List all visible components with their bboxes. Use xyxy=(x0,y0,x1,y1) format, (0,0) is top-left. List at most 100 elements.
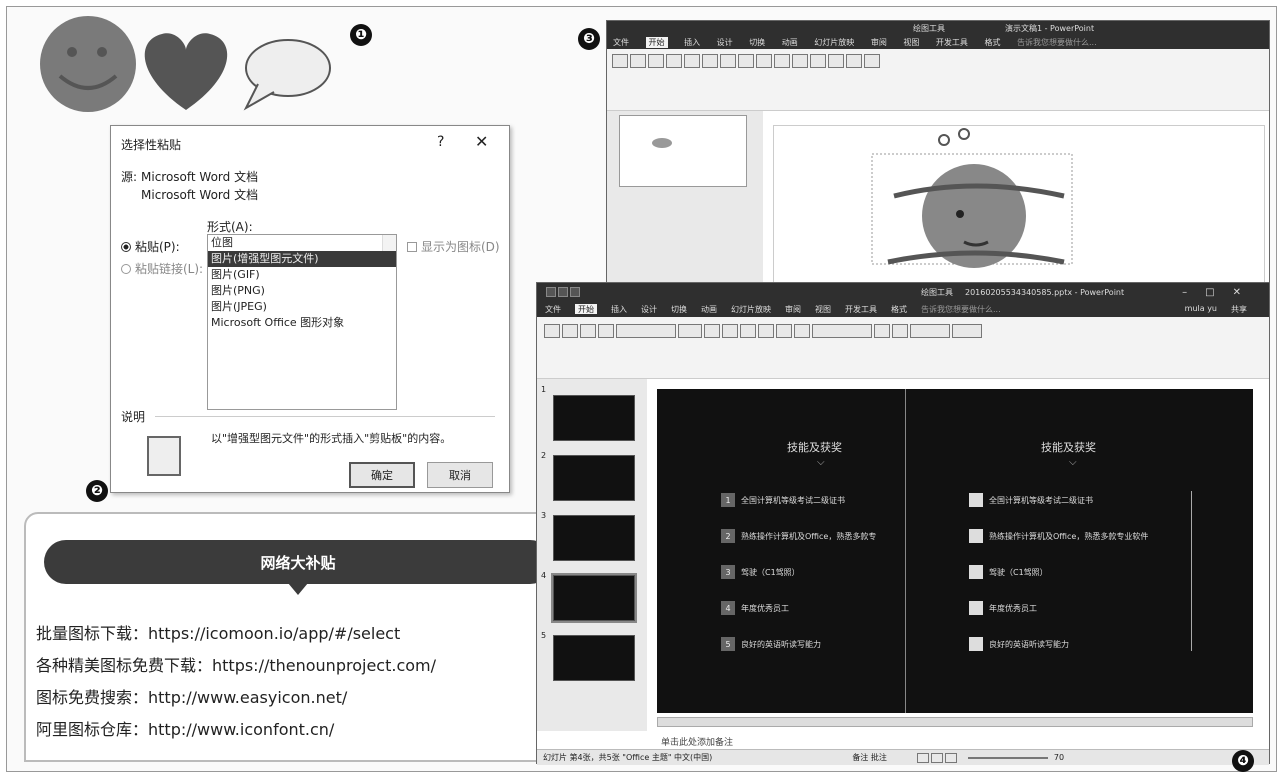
tab-review[interactable]: 审阅 xyxy=(871,37,887,48)
zoom-slider[interactable] xyxy=(967,756,1048,759)
list-item[interactable]: 图片(JPEG) xyxy=(208,299,396,315)
tab-format[interactable]: 格式 xyxy=(891,304,907,314)
ok-button[interactable]: 确定 xyxy=(349,462,415,488)
tab-file[interactable]: 文件 xyxy=(545,304,561,314)
tab-home[interactable]: 开始 xyxy=(575,304,597,314)
ppt2-slide-canvas[interactable]: 技能及获奖 ⌵ 技能及获奖 ⌵ 1 全国计算机等级考试二级证书 2 熟练操作计算… xyxy=(657,389,1253,713)
arrange-icon[interactable] xyxy=(810,54,826,68)
cut-icon[interactable] xyxy=(630,54,646,68)
redo-icon[interactable] xyxy=(570,287,580,297)
quick-styles-icon[interactable] xyxy=(828,54,844,68)
tab-file[interactable]: 文件 xyxy=(613,37,629,48)
ppt2-search-box[interactable]: 告诉我您想要做什么... xyxy=(921,304,1001,314)
ppt1-slide-thumbnail[interactable] xyxy=(619,115,747,187)
help-button[interactable]: ? xyxy=(437,134,444,150)
tab-developer[interactable]: 开发工具 xyxy=(845,304,877,314)
tab-view[interactable]: 视图 xyxy=(903,37,919,48)
show-as-icon-checkbox[interactable]: 显示为图标(D) xyxy=(407,238,500,255)
find-icon[interactable] xyxy=(864,54,880,68)
list-item: 2 熟练操作计算机及Office，熟悉多款专 xyxy=(721,529,876,543)
paste-radio[interactable]: 粘贴(P): xyxy=(121,238,180,255)
arrange-icon[interactable] xyxy=(874,324,890,338)
font-name-select[interactable] xyxy=(616,324,676,338)
ppt1-search-box[interactable]: 告诉我您想要做什么... xyxy=(1017,37,1097,48)
tab-view[interactable]: 视图 xyxy=(815,304,831,314)
status-bar: 幻灯片 第4张，共5张 "Office 主题" 中文(中国) 备注 批注 70 xyxy=(537,749,1269,765)
horizontal-scrollbar[interactable] xyxy=(657,717,1253,727)
list-item[interactable]: 图片(增强型图元文件) xyxy=(208,251,396,267)
tab-animations[interactable]: 动画 xyxy=(701,304,717,314)
shapes-gallery-icon[interactable] xyxy=(812,324,872,338)
tab-design[interactable]: 设计 xyxy=(641,304,657,314)
layout-icon[interactable] xyxy=(684,54,700,68)
normal-view-icon[interactable] xyxy=(916,752,929,763)
undo-icon[interactable] xyxy=(558,287,568,297)
underline-icon[interactable] xyxy=(740,324,756,338)
copy-icon[interactable] xyxy=(648,54,664,68)
tab-insert[interactable]: 插入 xyxy=(684,37,700,48)
notes-placeholder[interactable]: 单击此处添加备注 xyxy=(661,735,733,748)
bullets-icon[interactable] xyxy=(758,324,774,338)
dialog-title: 选择性粘贴 xyxy=(121,138,182,152)
list-item[interactable]: 图片(GIF) xyxy=(208,267,396,283)
tab-slideshow[interactable]: 幻灯片放映 xyxy=(814,37,854,48)
tab-developer[interactable]: 开发工具 xyxy=(936,37,968,48)
quick-styles-icon[interactable] xyxy=(892,324,908,338)
slide-thumbnail[interactable] xyxy=(553,455,635,501)
slide-thumbnail[interactable] xyxy=(553,635,635,681)
bold-icon[interactable] xyxy=(704,324,720,338)
layout-icon[interactable] xyxy=(598,324,614,338)
tab-slideshow[interactable]: 幻灯片放映 xyxy=(731,304,771,314)
font-icon[interactable] xyxy=(702,54,718,68)
tab-transitions[interactable]: 切换 xyxy=(749,37,765,48)
paste-icon[interactable] xyxy=(544,324,560,338)
list-item[interactable]: 位图 xyxy=(208,235,396,251)
reading-view-icon[interactable] xyxy=(944,752,957,763)
slide-sorter-icon[interactable] xyxy=(930,752,943,763)
list-item[interactable]: 图片(PNG) xyxy=(208,283,396,299)
status-notes[interactable]: 备注 批注 xyxy=(852,752,887,763)
new-slide-icon[interactable] xyxy=(580,324,596,338)
ppt1-slide-canvas[interactable] xyxy=(773,125,1265,291)
tab-transitions[interactable]: 切换 xyxy=(671,304,687,314)
shape-fill-icon[interactable] xyxy=(910,324,950,338)
new-slide-icon[interactable] xyxy=(666,54,682,68)
user-name[interactable]: mula yu xyxy=(1185,304,1217,314)
tab-animations[interactable]: 动画 xyxy=(782,37,798,48)
find-icon[interactable] xyxy=(952,324,982,338)
shape-samples xyxy=(40,16,331,112)
save-icon[interactable] xyxy=(546,287,556,297)
close-button[interactable]: ✕ xyxy=(475,132,488,151)
align-icon[interactable] xyxy=(774,54,790,68)
window-controls[interactable]: –□✕ xyxy=(1182,287,1259,298)
tab-review[interactable]: 审阅 xyxy=(785,304,801,314)
numbering-icon[interactable] xyxy=(776,324,792,338)
tab-home[interactable]: 开始 xyxy=(645,37,668,48)
slide-thumbnail-selected[interactable] xyxy=(551,573,637,623)
marker-1: ❶ xyxy=(350,24,372,46)
callout-pointer xyxy=(288,583,308,595)
underline-icon[interactable] xyxy=(756,54,772,68)
italic-icon[interactable] xyxy=(738,54,754,68)
shapes-icon[interactable] xyxy=(792,54,808,68)
share-button[interactable]: 共享 xyxy=(1231,304,1247,314)
font-size-select[interactable] xyxy=(678,324,702,338)
paste-icon[interactable] xyxy=(612,54,628,68)
list-scrollbar[interactable] xyxy=(382,235,396,251)
paste-link-radio[interactable]: 粘贴链接(L): xyxy=(121,260,203,277)
bold-icon[interactable] xyxy=(720,54,736,68)
slide-thumbnail[interactable] xyxy=(553,515,635,561)
list-item[interactable]: Microsoft Office 图形对象 xyxy=(208,315,396,331)
cut-icon[interactable] xyxy=(562,324,578,338)
tab-design[interactable]: 设计 xyxy=(717,37,733,48)
tab-format[interactable]: 格式 xyxy=(984,37,1000,48)
italic-icon[interactable] xyxy=(722,324,738,338)
format-list[interactable]: 位图 图片(增强型图元文件) 图片(GIF) 图片(PNG) 图片(JPEG) … xyxy=(207,234,397,410)
align-icon[interactable] xyxy=(794,324,810,338)
slide-thumbnail[interactable] xyxy=(553,395,635,441)
list-item: 熟练操作计算机及Office，熟悉多款专业软件 xyxy=(969,529,1148,543)
shape-fill-icon[interactable] xyxy=(846,54,862,68)
cancel-button[interactable]: 取消 xyxy=(427,462,493,488)
chevron-down-icon: ⌵ xyxy=(817,457,825,468)
tab-insert[interactable]: 插入 xyxy=(611,304,627,314)
